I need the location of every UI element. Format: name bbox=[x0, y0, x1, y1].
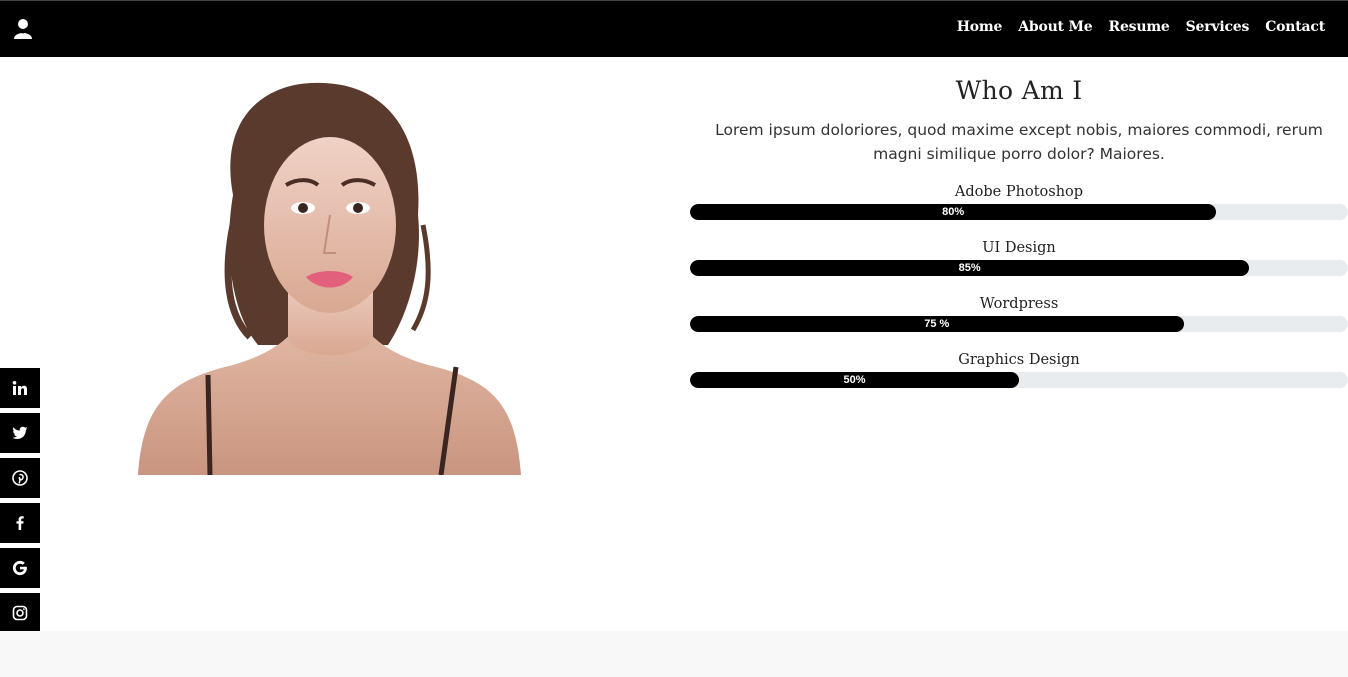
top-navbar: Home About Me Resume Services Contact bbox=[0, 0, 1348, 57]
progress-label: 85% bbox=[958, 262, 981, 274]
progress-label: 50% bbox=[843, 374, 866, 386]
about-section: Who Am I Lorem ipsum doloriores, quod ma… bbox=[690, 57, 1348, 406]
instagram-icon bbox=[12, 605, 28, 621]
nav-resume-link[interactable]: Resume bbox=[1109, 19, 1170, 35]
skill-item: Adobe Photoshop 80% bbox=[690, 182, 1348, 238]
user-icon[interactable] bbox=[13, 18, 33, 40]
linkedin-button[interactable] bbox=[0, 368, 40, 408]
progress-track: 85% bbox=[690, 260, 1348, 276]
progress-track: 50% bbox=[690, 372, 1348, 388]
progress-track: 75 % bbox=[690, 316, 1348, 332]
nav-home-link[interactable]: Home bbox=[957, 19, 1003, 35]
skill-item: Wordpress 75 % bbox=[690, 294, 1348, 350]
intro-text: Lorem ipsum doloriores, quod maxime exce… bbox=[715, 121, 1323, 163]
facebook-button[interactable] bbox=[0, 503, 40, 543]
progress-label: 75 % bbox=[924, 318, 950, 330]
skill-name: Graphics Design bbox=[958, 352, 1080, 368]
skill-name: UI Design bbox=[982, 240, 1056, 256]
instagram-button[interactable] bbox=[0, 593, 40, 633]
footer-band bbox=[0, 631, 1348, 677]
nav-services-link[interactable]: Services bbox=[1186, 19, 1250, 35]
progress-fill: 80% bbox=[690, 204, 1217, 220]
skill-item: UI Design 85% bbox=[690, 238, 1348, 294]
facebook-icon bbox=[16, 516, 24, 530]
progress-fill: 85% bbox=[690, 260, 1250, 276]
social-sidebar bbox=[0, 368, 40, 638]
twitter-button[interactable] bbox=[0, 413, 40, 453]
google-icon bbox=[12, 560, 27, 576]
nav-links: Home About Me Resume Services Contact bbox=[957, 19, 1326, 35]
skill-item: Graphics Design 50% bbox=[690, 350, 1348, 406]
progress-fill: 75 % bbox=[690, 316, 1184, 332]
progress-track: 80% bbox=[690, 204, 1348, 220]
skill-name: Adobe Photoshop bbox=[954, 184, 1084, 200]
pinterest-icon bbox=[12, 470, 28, 486]
skill-name: Wordpress bbox=[979, 296, 1059, 312]
profile-photo bbox=[138, 75, 521, 475]
progress-label: 80% bbox=[942, 206, 965, 218]
linkedin-icon bbox=[12, 381, 27, 395]
twitter-icon bbox=[12, 426, 28, 439]
nav-contact-link[interactable]: Contact bbox=[1265, 19, 1325, 35]
nav-about-link[interactable]: About Me bbox=[1018, 19, 1093, 35]
pinterest-button[interactable] bbox=[0, 458, 40, 498]
skills-list: Adobe Photoshop 80% UI Design 85% Wordpr… bbox=[690, 182, 1348, 406]
google-button[interactable] bbox=[0, 548, 40, 588]
section-title: Who Am I bbox=[955, 76, 1083, 105]
progress-fill: 50% bbox=[690, 372, 1019, 388]
